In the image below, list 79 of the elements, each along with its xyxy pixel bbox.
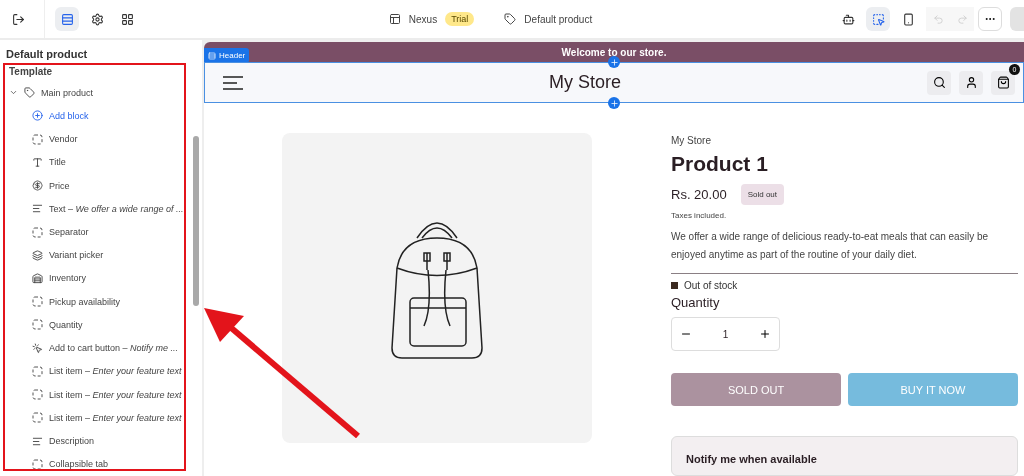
increase-button[interactable]	[759, 328, 771, 340]
menu-icon[interactable]	[223, 75, 243, 90]
add-section-icon[interactable]	[608, 97, 620, 109]
inspector-button[interactable]	[866, 7, 890, 31]
apps-icon	[120, 12, 134, 26]
text-t-icon	[32, 156, 43, 168]
notify-title: Notify me when available	[686, 453, 817, 465]
block-item[interactable]: Price	[0, 173, 202, 198]
sidebar-title: Default product	[5, 47, 89, 62]
block-item[interactable]: List item – Enter your feature text	[0, 383, 202, 407]
dashed-square-icon	[32, 458, 43, 470]
trial-badge: Trial	[445, 12, 475, 26]
plus-circle-icon	[32, 110, 43, 122]
block-item[interactable]: Collapsible tab	[0, 452, 202, 476]
quantity-field[interactable]: 1	[671, 317, 780, 351]
warehouse-icon	[32, 273, 43, 284]
search-icon	[932, 76, 946, 90]
template-name[interactable]: Default product	[524, 13, 593, 25]
dashed-square-icon	[32, 389, 43, 401]
block-item[interactable]: Variant picker	[0, 243, 202, 267]
sections-icon	[60, 12, 74, 26]
block-item[interactable]: Title	[0, 150, 202, 174]
layout-icon	[388, 13, 401, 25]
tag-icon	[504, 13, 517, 25]
dashed-square-icon	[32, 226, 43, 238]
user-icon	[964, 76, 978, 90]
dashed-square-icon	[32, 133, 43, 145]
quantity-label: Quantity	[671, 295, 721, 310]
mobile-icon	[901, 12, 915, 26]
tag-icon	[24, 87, 35, 99]
stock-status: Out of stock	[684, 280, 738, 291]
bag-icon	[996, 76, 1010, 90]
section-heading: Template	[8, 65, 54, 79]
plus-icon	[759, 328, 771, 340]
store-logo[interactable]: My Store	[549, 72, 621, 94]
lines-icon	[32, 203, 43, 215]
product-price: Rs. 20.00	[671, 187, 727, 202]
dashed-square-icon	[32, 412, 43, 424]
redo-icon	[956, 13, 968, 25]
dashed-square-icon	[32, 365, 43, 377]
product-vendor: My Store	[671, 135, 712, 146]
block-item[interactable]: List item – Enter your feature text	[0, 359, 202, 384]
sections-button[interactable]	[55, 7, 79, 31]
tree-group-row[interactable]: Main product	[0, 81, 202, 105]
pointer-icon	[32, 342, 43, 354]
account-button[interactable]	[959, 70, 983, 95]
settings-icon	[90, 12, 104, 26]
plus-icon	[609, 57, 619, 67]
layers-icon	[32, 249, 43, 261]
block-item[interactable]: Quantity	[0, 313, 202, 337]
block-item[interactable]: Vendor	[0, 127, 202, 151]
add-block-link[interactable]: Add block	[0, 104, 202, 128]
dashed-square-icon	[32, 296, 43, 308]
undo-icon	[932, 13, 944, 25]
section-icon	[208, 51, 216, 60]
theme-name: Nexus	[408, 13, 438, 25]
robot-icon	[841, 12, 855, 26]
product-description: We offer a wide range of delicious ready-to-eat meals that can easily be enjoyed anytime as part of the routine of your daily diet.	[671, 228, 1018, 274]
exit-icon	[11, 12, 25, 26]
lines-icon	[32, 435, 43, 447]
block-item[interactable]: Pickup availability	[0, 290, 202, 314]
block-item[interactable]: Inventory	[0, 266, 202, 291]
tree-label: Main product	[41, 87, 94, 98]
plus-icon	[609, 98, 619, 108]
product-title: Product 1	[671, 152, 769, 176]
cart-button[interactable]	[991, 70, 1015, 95]
price-tag-icon	[32, 180, 43, 192]
stock-square-icon	[671, 282, 678, 289]
scrollbar-thumb[interactable]	[193, 136, 199, 306]
block-item[interactable]: List item – Enter your feature text	[0, 406, 202, 430]
block-item[interactable]: Separator	[0, 220, 202, 244]
sold-out-badge: Sold out	[740, 184, 784, 205]
block-item[interactable]: Description	[0, 429, 202, 453]
search-button[interactable]	[927, 70, 951, 95]
dashed-square-icon	[32, 319, 43, 331]
inspector-icon	[871, 12, 885, 26]
tax-note: Taxes included.	[671, 211, 728, 220]
block-item[interactable]: Add to cart button – Notify me ...	[0, 336, 202, 360]
block-item[interactable]: Text – We offer a wide range of ...	[0, 197, 202, 221]
